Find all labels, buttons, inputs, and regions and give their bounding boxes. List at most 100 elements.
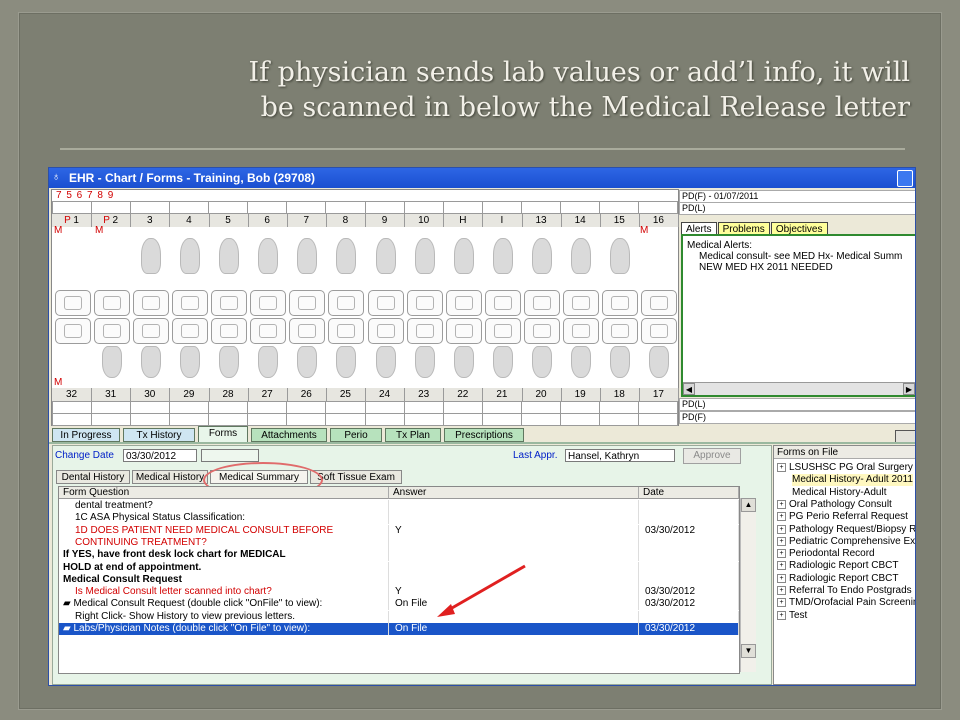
tooth-icon[interactable] (297, 238, 318, 274)
tooth-number[interactable]: 20 (522, 388, 562, 401)
tooth-icon[interactable] (453, 238, 474, 274)
alerts-hscrollbar[interactable]: ◀ ▶ (683, 382, 915, 395)
tooth-icon[interactable] (219, 346, 240, 378)
tab-perio[interactable]: Perio (330, 428, 382, 442)
tab-forms[interactable]: Forms (198, 426, 248, 442)
table-row[interactable]: 1D DOES PATIENT NEED MEDICAL CONSULT BEF… (59, 524, 739, 537)
tooth-number[interactable]: 10 (404, 214, 445, 227)
tooth-icon[interactable] (219, 238, 240, 274)
occlusal-icon[interactable] (524, 290, 561, 316)
column-header-date[interactable]: Date (639, 487, 739, 499)
tooth-icon[interactable] (649, 346, 670, 378)
table-row[interactable]: Right Click- Show History to view previo… (59, 610, 739, 623)
scroll-left-icon[interactable]: ◀ (683, 383, 695, 395)
form-file-item[interactable]: + LSUSHSC PG Oral Surgery (777, 462, 913, 474)
table-row[interactable]: dental treatment? (59, 500, 739, 512)
table-row[interactable]: HOLD at end of appointment. (59, 561, 739, 574)
expand-icon[interactable]: + (777, 561, 786, 571)
occlusal-icon[interactable] (328, 290, 365, 316)
table-row[interactable]: Is Medical Consult letter scanned into c… (59, 586, 739, 599)
tooth-number[interactable]: 23 (404, 388, 445, 401)
tooth-icon[interactable] (375, 238, 396, 274)
tooth-number[interactable]: 30 (130, 388, 171, 401)
expand-icon[interactable]: + (777, 598, 786, 608)
tooth-icon[interactable] (571, 346, 592, 378)
secondary-date-field[interactable] (201, 449, 259, 462)
tooth-number[interactable]: 3 (130, 214, 171, 227)
tooth-icon[interactable] (610, 346, 631, 378)
expand-icon[interactable]: + (777, 536, 786, 546)
occlusal-icon[interactable] (54, 290, 91, 316)
tooth-number[interactable]: 18 (600, 388, 640, 401)
occlusal-icon[interactable] (289, 290, 326, 316)
form-file-item[interactable]: + Pathology Request/Biopsy Rpt (777, 524, 915, 536)
tooth-number[interactable]: 19 (561, 388, 601, 401)
tooth-icon[interactable] (336, 346, 357, 378)
occlusal-icon[interactable] (445, 290, 482, 316)
tooth-icon[interactable] (532, 346, 553, 378)
occlusal-icon[interactable] (524, 318, 561, 344)
answer-cell[interactable] (389, 500, 639, 512)
tooth-icon[interactable] (375, 346, 396, 378)
form-file-item[interactable]: Medical History- Adult 2011 (792, 474, 913, 487)
occlusal-icon[interactable] (211, 318, 248, 344)
scroll-right-icon[interactable]: ▶ (903, 383, 915, 395)
tab-attachments[interactable]: Attachments (251, 428, 327, 442)
tooth-number[interactable]: 22 (443, 388, 484, 401)
tooth-number[interactable]: 13 (522, 214, 562, 227)
expand-icon[interactable]: + (777, 610, 786, 620)
tooth-icon[interactable] (492, 346, 513, 378)
answer-cell[interactable]: Y (389, 524, 639, 537)
change-date-field[interactable]: 03/30/2012 (123, 449, 197, 462)
table-row[interactable]: Medical Consult Request (59, 573, 739, 586)
tooth-icon[interactable] (258, 346, 279, 378)
occlusal-icon[interactable] (171, 290, 208, 316)
tooth-number[interactable]: H (443, 214, 484, 227)
scroll-up-icon[interactable]: ▲ (741, 498, 756, 512)
scroll-down-icon[interactable]: ▼ (741, 644, 756, 658)
tooth-number[interactable]: 32 (52, 388, 93, 401)
occlusal-icon[interactable] (484, 290, 521, 316)
form-file-item[interactable]: + Oral Pathology Consult (777, 499, 892, 511)
tooth-number[interactable]: 9 (365, 214, 406, 227)
subtab-dental-history[interactable]: Dental History (56, 470, 130, 484)
expand-icon[interactable]: + (777, 549, 786, 559)
expand-icon[interactable]: + (777, 586, 786, 595)
occlusal-icon[interactable] (328, 318, 365, 344)
form-file-item[interactable]: + Test (777, 610, 807, 622)
table-row[interactable]: CONTINUING TREATMENT? (59, 536, 739, 549)
tooth-icon[interactable] (297, 346, 318, 378)
tooth-icon[interactable] (179, 238, 200, 274)
occlusal-icon[interactable] (132, 290, 169, 316)
table-row[interactable]: 1C ASA Physical Status Classification: (59, 512, 739, 525)
tooth-number[interactable]: 31 (91, 388, 132, 401)
minimize-button[interactable] (897, 170, 913, 187)
form-file-item[interactable]: + PG Perio Referral Request (777, 511, 908, 523)
occlusal-icon[interactable] (132, 318, 169, 344)
expand-icon[interactable]: + (777, 573, 786, 583)
tooth-icon[interactable] (492, 238, 513, 274)
tooth-icon[interactable] (101, 346, 122, 378)
occlusal-icon[interactable] (54, 318, 91, 344)
form-file-item[interactable]: Medical History-Adult (792, 487, 886, 499)
occlusal-icon[interactable] (641, 290, 678, 316)
expand-icon[interactable]: + (777, 463, 786, 472)
expand-icon[interactable]: + (777, 524, 786, 534)
tooth-number[interactable]: 24 (365, 388, 406, 401)
occlusal-icon[interactable] (406, 290, 443, 316)
occlusal-icon[interactable] (211, 290, 248, 316)
tooth-number[interactable]: 5 (209, 214, 249, 227)
tooth-number[interactable]: 25 (326, 388, 366, 401)
tooth-number[interactable]: 17 (639, 388, 679, 401)
subtab-soft-tissue-exam[interactable]: Soft Tissue Exam (310, 470, 402, 484)
occlusal-icon[interactable] (250, 290, 287, 316)
tooth-icon[interactable] (414, 346, 435, 378)
tooth-number[interactable]: 29 (169, 388, 210, 401)
occlusal-icon[interactable] (563, 318, 600, 344)
grid-vscrollbar[interactable]: ▲ ▼ (740, 498, 756, 672)
tooth-icon[interactable] (336, 238, 357, 274)
occlusal-icon[interactable] (602, 318, 639, 344)
table-row[interactable]: ▰ Labs/Physician Notes (double click "On… (59, 623, 739, 635)
occlusal-icon[interactable] (641, 318, 678, 344)
table-row[interactable]: If YES, have front desk lock chart for M… (59, 549, 739, 562)
